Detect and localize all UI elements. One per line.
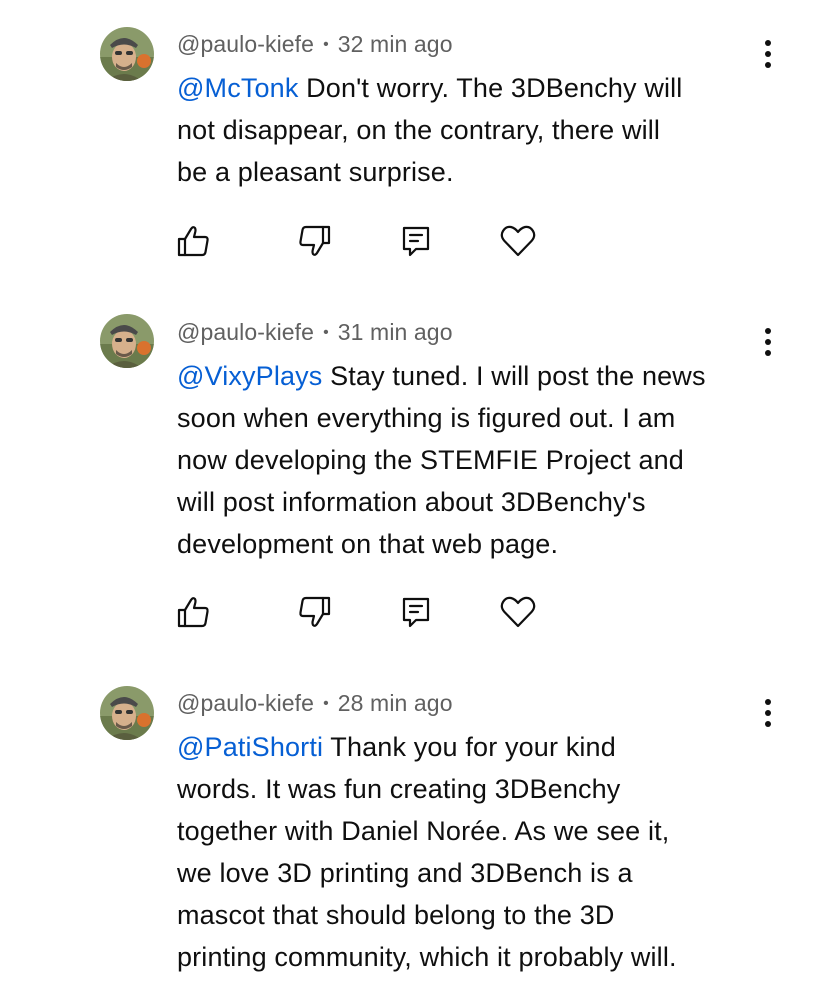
comment-line: soon when everything is figured out. I a… — [177, 403, 676, 433]
comment-line: together with Daniel Norée. As we see it… — [177, 816, 670, 846]
reply-button[interactable] — [396, 221, 436, 261]
avatar[interactable] — [100, 314, 154, 368]
comment-actions — [0, 221, 819, 261]
comment-line: Stay tuned. I will post the news — [330, 361, 706, 391]
comment-line: we love 3D printing and 3DBench is a — [177, 858, 633, 888]
more-dot — [765, 51, 771, 57]
reply-button[interactable] — [396, 592, 436, 632]
author-name[interactable]: @paulo-kiefe — [177, 319, 314, 345]
comment-line: printing community, which it probably wi… — [177, 942, 677, 972]
comment-time: 28 min ago — [337, 690, 453, 716]
author-name[interactable]: @paulo-kiefe — [177, 31, 314, 57]
more-vertical-icon — [765, 40, 771, 46]
comment-line: be a pleasant surprise. — [177, 157, 454, 187]
like-button[interactable] — [174, 592, 214, 632]
comment-line: mascot that should belong to the 3D — [177, 900, 615, 930]
comment-time: 31 min ago — [337, 319, 453, 345]
comment-time: 32 min ago — [337, 31, 453, 57]
heart-button[interactable] — [498, 592, 538, 632]
more-dot — [765, 710, 771, 716]
comment-line: words. It was fun creating 3DBenchy — [177, 774, 621, 804]
comment-meta: @paulo-kiefe • 32 min ago — [177, 31, 453, 58]
comment-line: not disappear, on the contrary, there wi… — [177, 115, 661, 145]
separator-dot: • — [323, 324, 329, 341]
comment-meta: @paulo-kiefe • 28 min ago — [177, 690, 453, 717]
more-vertical-icon — [765, 699, 771, 705]
reply-icon — [402, 226, 430, 257]
thumbs-up-icon — [177, 226, 209, 257]
mention-link[interactable]: @PatiShorti — [177, 732, 323, 762]
heart-button[interactable] — [498, 221, 538, 261]
comment-meta: @paulo-kiefe • 31 min ago — [177, 319, 453, 346]
comment-text: @PatiShorti Thank you for your kind word… — [177, 726, 777, 978]
like-button[interactable] — [174, 221, 214, 261]
thumbs-down-icon — [299, 225, 331, 256]
comment-line: Thank you for your kind — [330, 732, 616, 762]
mention-link[interactable]: @McTonk — [177, 73, 298, 103]
dislike-button[interactable] — [294, 221, 334, 261]
author-name[interactable]: @paulo-kiefe — [177, 690, 314, 716]
comment-line: development on that web page. — [177, 529, 559, 559]
reply-icon — [402, 597, 430, 628]
avatar[interactable] — [100, 27, 154, 81]
heart-icon — [500, 596, 536, 628]
thumbs-down-icon — [299, 596, 331, 627]
comment-line: now developing the STEMFIE Project and — [177, 445, 684, 475]
mention-link[interactable]: @VixyPlays — [177, 361, 322, 391]
comment-line: Don't worry. The 3DBenchy will — [306, 73, 683, 103]
heart-icon — [500, 225, 536, 257]
dislike-button[interactable] — [294, 592, 334, 632]
comment-line: will post information about 3DBenchy's — [177, 487, 646, 517]
avatar[interactable] — [100, 686, 154, 740]
more-dot — [765, 339, 771, 345]
separator-dot: • — [323, 36, 329, 53]
comment-text: @VixyPlays Stay tuned. I will post the n… — [177, 355, 777, 565]
more-vertical-icon — [765, 328, 771, 334]
comment-actions — [0, 592, 819, 632]
thumbs-up-icon — [177, 597, 209, 628]
comment-text: @McTonk Don't worry. The 3DBenchy will n… — [177, 67, 777, 193]
separator-dot: • — [323, 695, 329, 712]
